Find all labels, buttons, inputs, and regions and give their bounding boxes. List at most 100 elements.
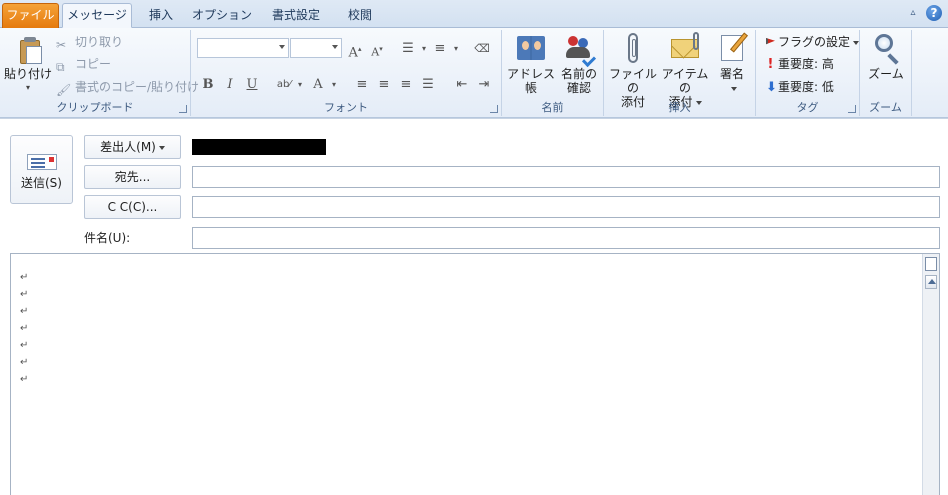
subject-field[interactable] <box>192 227 940 249</box>
tab-format-text[interactable]: 書式設定 <box>262 4 330 28</box>
grow-font-icon[interactable]: A▴ <box>346 40 364 60</box>
italic-icon[interactable]: I <box>221 76 239 94</box>
signature-button[interactable]: 署名 <box>714 32 750 95</box>
address-book-icon <box>515 32 547 64</box>
signature-label: 署名 <box>719 67 744 81</box>
paragraph-mark: ↵ <box>20 323 29 334</box>
to-field[interactable] <box>192 166 940 188</box>
cut-button[interactable]: ✂ 切り取り <box>56 33 124 52</box>
shrink-font-icon[interactable]: A▾ <box>368 40 386 59</box>
check-names-icon <box>563 32 597 68</box>
format-painter-button[interactable]: 🖌 書式のコピー/貼り付け <box>56 78 199 97</box>
names-group: アドレス帳 名前の 確認 名前 <box>502 30 604 116</box>
follow-up-dropdown-icon <box>853 40 860 45</box>
zoom-group-label: ズーム <box>869 101 902 114</box>
font-size-dropdown-icon <box>332 45 338 49</box>
underline-icon[interactable]: U <box>243 76 261 94</box>
low-importance-button[interactable]: ⬇重要度: 低 <box>764 78 834 96</box>
copy-button[interactable]: ⧉ コピー <box>56 55 111 74</box>
high-importance-icon: ! <box>767 57 774 72</box>
paste-label: 貼り付け <box>4 67 53 81</box>
paragraph-mark: ↵ <box>20 272 29 283</box>
zoom-label: ズーム <box>868 67 904 81</box>
tags-group: フラグの設定 ! 重要度: 高 ⬇重要度: 低 タグ <box>756 30 860 116</box>
follow-up-label: フラグの設定 <box>778 35 851 49</box>
copy-icon: ⧉ <box>56 59 65 74</box>
font-color-dropdown-icon[interactable]: ▾ <box>325 76 343 94</box>
from-label: 差出人(M) <box>100 140 156 154</box>
check-names-button[interactable]: 名前の 確認 <box>558 32 600 95</box>
high-importance-button[interactable]: ! 重要度: 高 <box>764 55 834 73</box>
minimize-ribbon-icon[interactable]: ▵ <box>906 6 920 20</box>
align-center-icon[interactable]: ≡ <box>375 76 393 94</box>
paragraph-mark: ↵ <box>20 357 29 368</box>
attach-item-button[interactable]: アイテムの 添付 <box>659 32 711 109</box>
paperclip-icon <box>617 32 649 64</box>
tab-review[interactable]: 校閲 <box>338 4 382 28</box>
from-button[interactable]: 差出人(M) <box>84 135 181 159</box>
vertical-scrollbar[interactable] <box>922 254 939 495</box>
justify-icon[interactable]: ☰ <box>419 76 437 94</box>
signature-icon <box>716 32 748 64</box>
paste-button[interactable]: 貼り付け ▾ <box>4 32 52 95</box>
window-controls: ▵ ? <box>906 5 942 21</box>
font-launcher-icon[interactable] <box>490 105 498 113</box>
increase-indent-icon[interactable]: ⇥ <box>475 76 493 94</box>
names-group-label: 名前 <box>541 101 564 114</box>
align-right-icon[interactable]: ≡ <box>397 76 415 94</box>
tab-message[interactable]: メッセージ <box>62 3 132 28</box>
send-icon <box>26 154 57 170</box>
highlight-dropdown-icon[interactable]: ▾ <box>291 76 309 94</box>
decrease-indent-icon[interactable]: ⇤ <box>453 76 471 94</box>
help-icon[interactable]: ? <box>926 5 942 21</box>
bold-icon[interactable]: B <box>199 76 217 94</box>
check-names-label-2: 確認 <box>566 81 591 95</box>
tags-group-label: タグ <box>796 101 819 114</box>
tab-insert[interactable]: 挿入 <box>139 4 183 28</box>
tags-launcher-icon[interactable] <box>848 105 856 113</box>
clipboard-group-label: クリップボード <box>56 101 134 114</box>
font-group: A▴ A▾ ☰ ▾ ≡ ▾ ⌫ B I U ab⁄ ▾ A ▾ ≡ ≡ ≡ ☰ … <box>191 30 502 116</box>
address-book-button[interactable]: アドレス帳 <box>506 32 556 95</box>
include-group-label: 挿入 <box>668 101 691 114</box>
to-button[interactable]: 宛先... <box>84 165 181 189</box>
cc-button[interactable]: C C(C)... <box>84 195 181 219</box>
numbering-dropdown-icon[interactable]: ▾ <box>447 40 465 58</box>
align-left-icon[interactable]: ≡ <box>353 76 371 94</box>
cut-label: 切り取り <box>75 35 124 49</box>
font-family-dropdown-icon <box>279 45 285 49</box>
paragraph-mark: ↵ <box>20 340 29 351</box>
send-label: 送信(S) <box>21 176 62 190</box>
cc-field[interactable] <box>192 196 940 218</box>
flag-icon <box>766 38 775 45</box>
scroll-up-icon[interactable] <box>925 275 937 289</box>
attach-item-label-1: アイテムの <box>661 67 709 95</box>
message-body[interactable]: ↵ ↵ ↵ ↵ ↵ ↵ ↵ <box>10 253 940 495</box>
check-names-label-1: 名前の <box>560 67 597 81</box>
ruler-icon[interactable] <box>925 257 937 271</box>
paragraph-mark: ↵ <box>20 289 29 300</box>
zoom-group: ズーム ズーム <box>860 30 912 116</box>
magnifier-icon <box>870 32 902 64</box>
ribbon: 貼り付け ▾ ✂ 切り取り ⧉ コピー 🖌 書式のコピー/貼り付け クリップボード A… <box>0 28 948 118</box>
paste-icon <box>12 32 44 64</box>
clipboard-launcher-icon[interactable] <box>179 105 187 113</box>
font-size-combo[interactable] <box>290 38 342 58</box>
from-dropdown-icon <box>158 145 165 150</box>
tab-file[interactable]: ファイル <box>2 3 59 28</box>
ribbon-tab-bar: ファイル メッセージ 挿入 オプション 書式設定 校閲 ▵ ? <box>0 0 948 28</box>
send-button[interactable]: 送信(S) <box>10 135 73 204</box>
paragraph-mark: ↵ <box>20 306 29 317</box>
font-family-combo[interactable] <box>197 38 289 58</box>
attach-file-label-1: ファイルの <box>608 67 657 95</box>
clear-formatting-icon[interactable]: ⌫ <box>473 40 491 58</box>
paste-dropdown-icon[interactable]: ▾ <box>4 81 52 95</box>
follow-up-button[interactable]: フラグの設定 <box>764 33 860 51</box>
tab-options[interactable]: オプション <box>190 4 254 28</box>
signature-dropdown-icon[interactable] <box>730 86 737 91</box>
low-importance-label: 重要度: 低 <box>778 80 834 94</box>
include-group: ファイルの 添付 アイテムの 添付 署名 挿入 <box>604 30 756 116</box>
high-importance-label: 重要度: 高 <box>778 57 834 71</box>
attach-file-button[interactable]: ファイルの 添付 <box>608 32 658 109</box>
zoom-button[interactable]: ズーム <box>866 32 906 81</box>
